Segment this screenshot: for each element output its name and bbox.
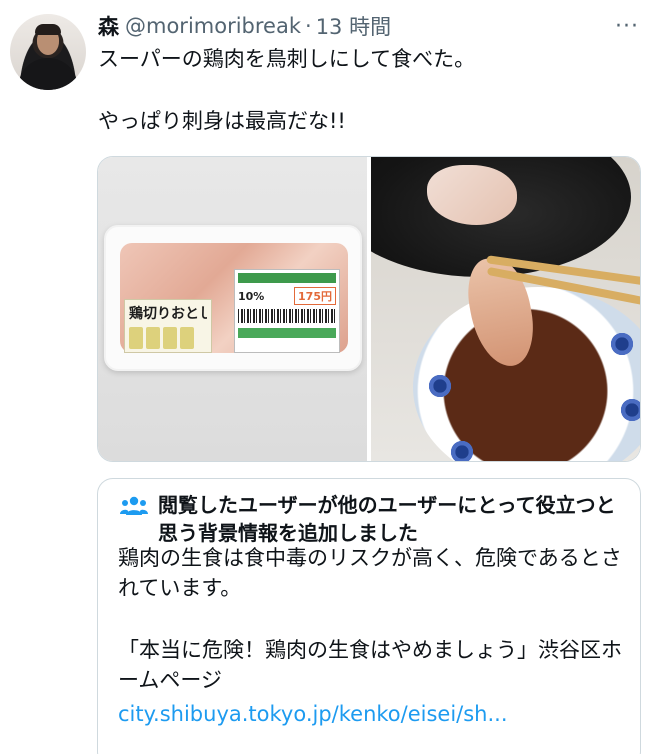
community-note: 閲覧したユーザーが他のユーザーにとって役立つと思う背景情報を追加しました 鶏肉の… [97, 478, 641, 754]
user-handle[interactable]: @morimoribreak [125, 14, 301, 38]
price-sticker-row: 10% 175円 [238, 287, 336, 305]
barcode [238, 309, 336, 323]
community-note-title: 閲覧したユーザーが他のユーザーにとって役立つと思う背景情報を追加しました [158, 493, 616, 545]
display-name[interactable]: 森 [98, 11, 119, 41]
label-chip [163, 327, 177, 349]
meat-tray: 鶏切りおとし 10% 175円 [104, 225, 362, 371]
tweet-media[interactable]: 鶏切りおとし 10% 175円 [97, 156, 641, 462]
user-avatar[interactable] [10, 14, 86, 90]
label-chip [129, 327, 143, 349]
bowl-pattern [427, 373, 453, 399]
price-sticker-band [238, 273, 336, 283]
price-sticker-pct: 10% [238, 289, 265, 303]
package-label-title: 鶏切りおとし [129, 306, 207, 322]
avatar-body [18, 58, 78, 90]
tweet-text: スーパーの鶏肉を鳥刺しにして食べた。 やっぱり刺身は最高だな!! [98, 47, 476, 133]
bowl-pattern [619, 397, 640, 423]
community-note-source: 「本当に危険！鶏肉の生食はやめましょう」渋谷区ホームページ [118, 638, 622, 692]
more-icon[interactable]: ··· [612, 14, 642, 39]
photo-packaged-chicken[interactable]: 鶏切りおとし 10% 175円 [98, 157, 367, 461]
label-chip [146, 327, 160, 349]
price-sticker-footer [238, 328, 336, 338]
tweet-header: 森 @morimoribreak · 13 時間 [98, 12, 391, 40]
price-sticker: 10% 175円 [234, 269, 340, 353]
bowl-pattern [609, 331, 635, 357]
community-note-body: 鶏肉の生食は食中毒のリスクが高く、危険であるとされています。 [118, 546, 622, 600]
package-label: 鶏切りおとし [124, 299, 212, 353]
bowl-pattern [449, 439, 475, 461]
avatar-hair [35, 24, 61, 35]
header-separator: · [305, 14, 312, 38]
community-note-link[interactable]: city.shibuya.tokyo.jp/kenko/eisei/sh... [118, 699, 508, 729]
tweet-timestamp[interactable]: 13 時間 [316, 11, 391, 41]
photo-chicken-sashimi[interactable] [371, 157, 640, 461]
label-chip [180, 327, 194, 349]
price-sticker-price: 175円 [294, 287, 336, 305]
people-icon [120, 496, 148, 515]
community-note-header: 閲覧したユーザーが他のユーザーにとって役立つと思う背景情報を追加しました [120, 491, 630, 547]
package-label-chips [129, 327, 207, 349]
